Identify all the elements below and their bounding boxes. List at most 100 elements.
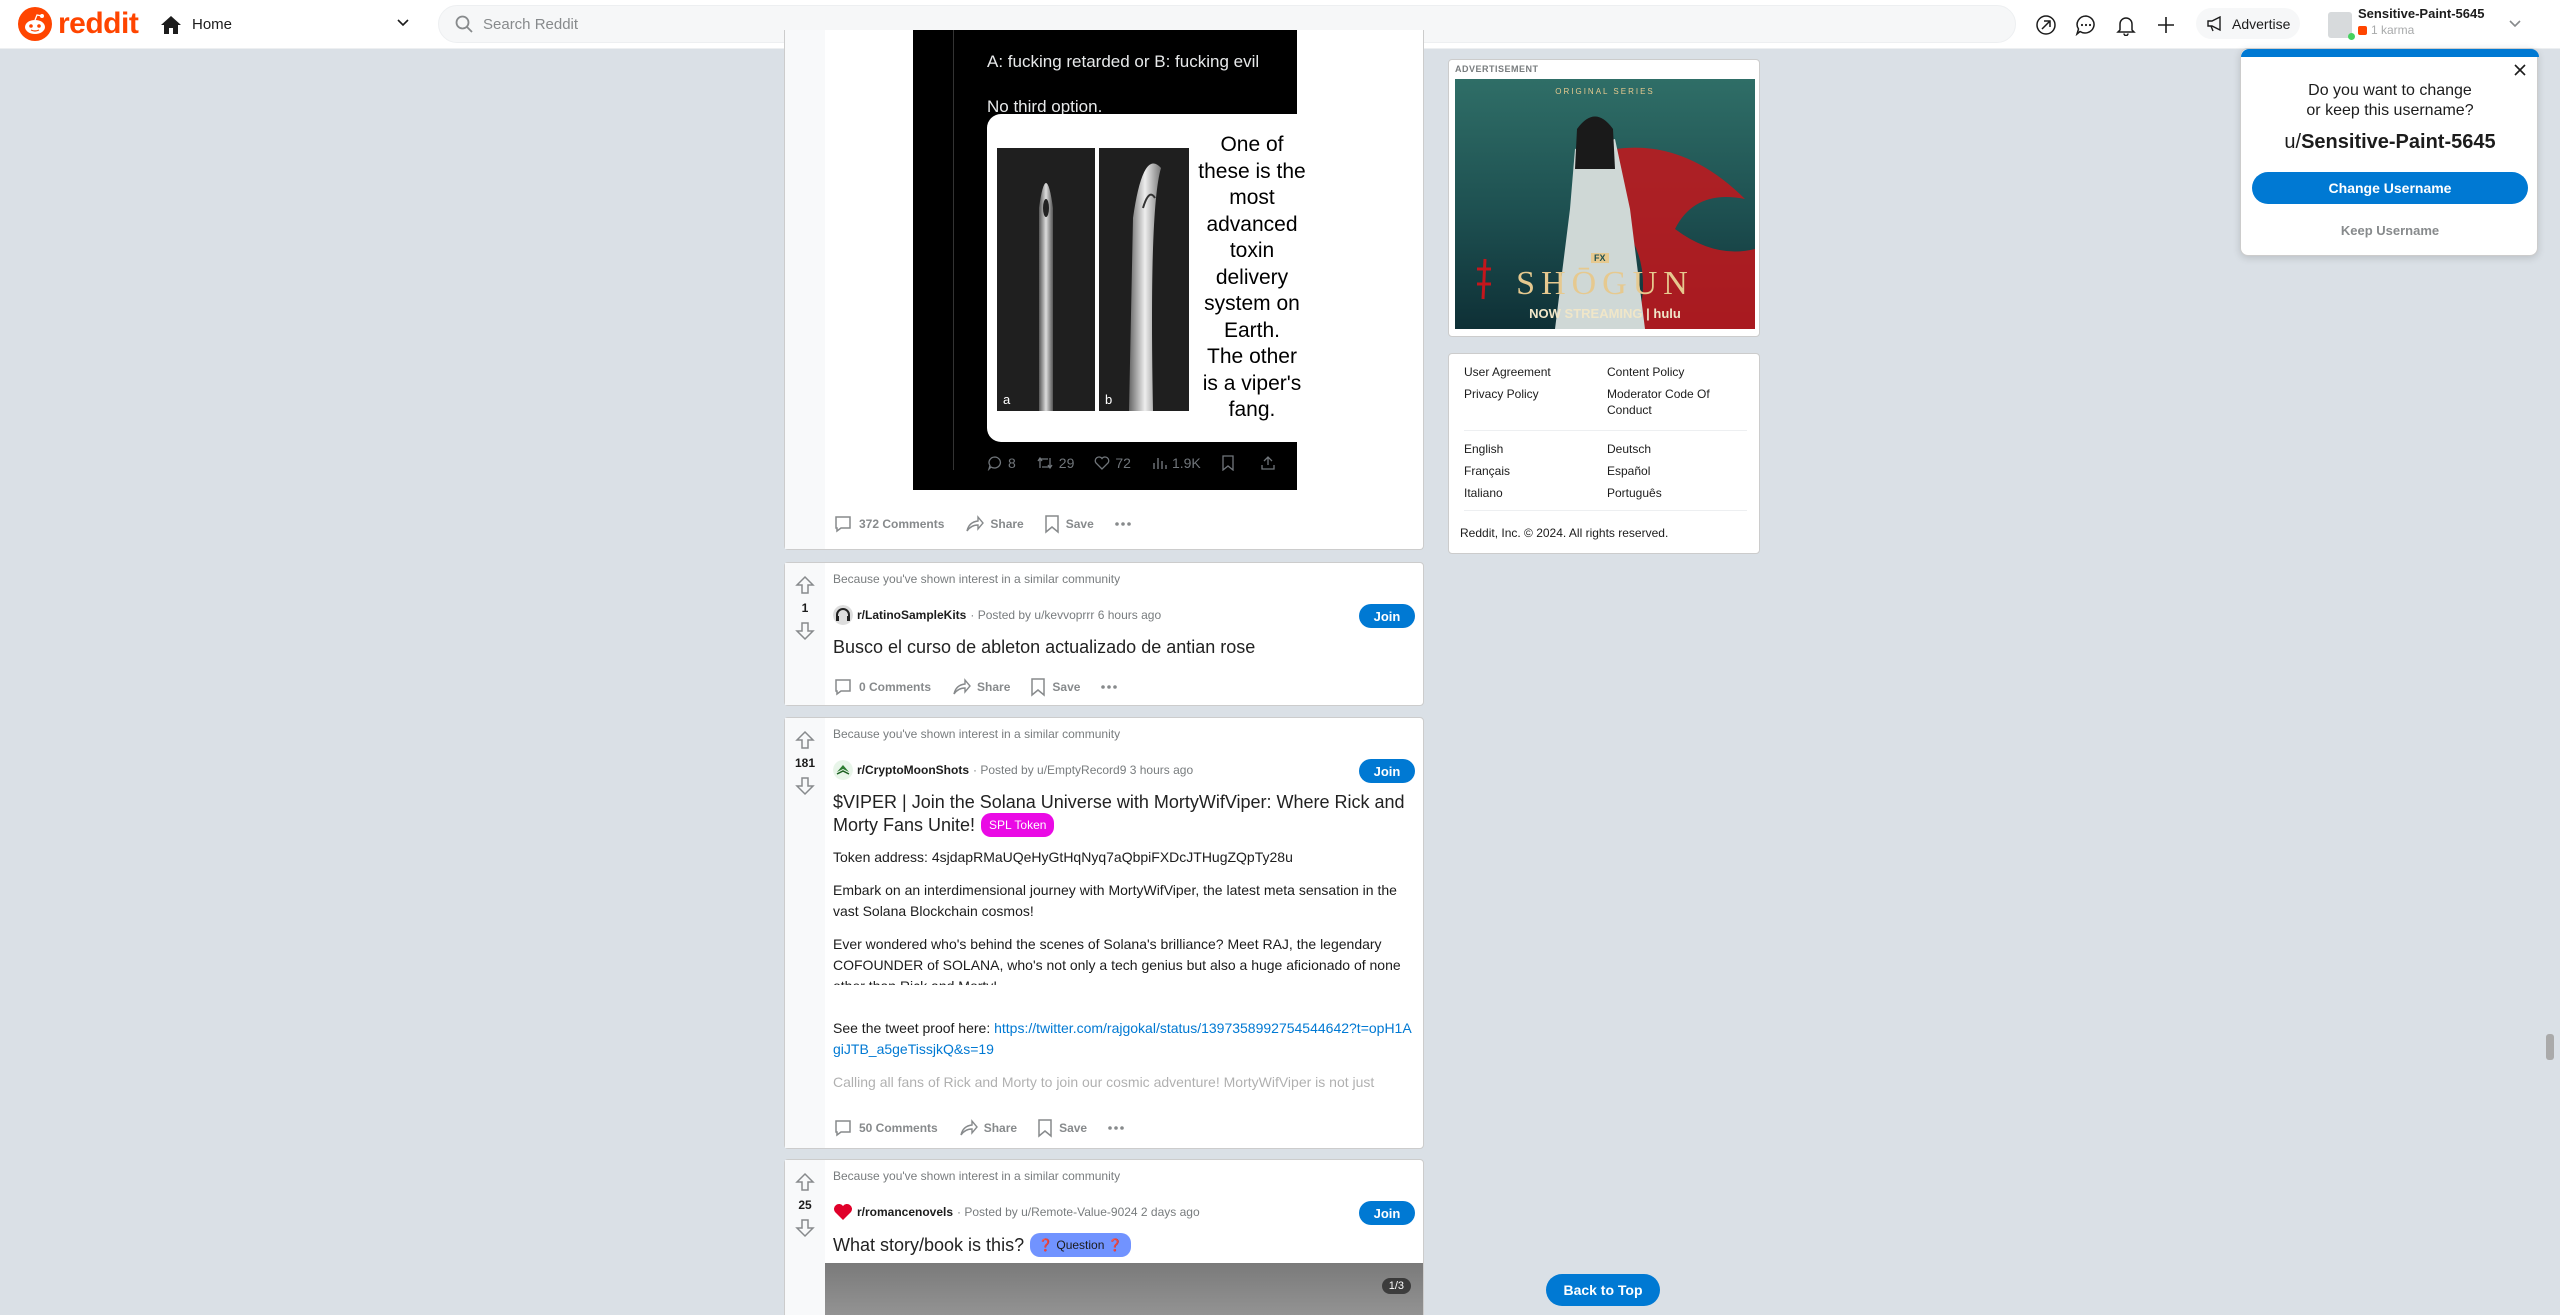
- share-button[interactable]: Share: [958, 1118, 1017, 1138]
- subreddit-link[interactable]: r/LatinoSampleKits: [857, 608, 966, 622]
- post-flair[interactable]: SPL Token: [981, 813, 1055, 837]
- downvote-icon[interactable]: [795, 621, 815, 641]
- chevron-down-icon: [397, 19, 409, 27]
- upvote-icon[interactable]: [795, 1172, 815, 1192]
- language-francais[interactable]: Français: [1464, 463, 1510, 479]
- post-card[interactable]: 25 Because you've shown interest in a si…: [784, 1159, 1424, 1315]
- chat-button[interactable]: [2072, 11, 2100, 39]
- privacy-policy-link[interactable]: Privacy Policy: [1464, 386, 1539, 402]
- keep-username-button[interactable]: Keep Username: [2252, 214, 2528, 246]
- more-options-button[interactable]: [1100, 684, 1124, 690]
- views-bar-icon: [1153, 458, 1167, 469]
- body-paragraph-link: See the tweet proof here: https://twitte…: [833, 1018, 1417, 1060]
- language-portugues[interactable]: Português: [1607, 485, 1662, 501]
- user-menu[interactable]: Sensitive-Paint-5645 1 karma: [2320, 4, 2521, 44]
- change-username-button[interactable]: Change Username: [2252, 172, 2528, 204]
- post-actions: 50 Comments Share Save: [833, 1118, 1151, 1138]
- save-button[interactable]: Save: [1044, 514, 1094, 534]
- post-title: $VIPER | Join the Solana Universe with M…: [833, 792, 1405, 835]
- post-actions: 372 Comments Share Save: [833, 514, 1158, 534]
- share-button[interactable]: Share: [964, 514, 1024, 534]
- close-icon[interactable]: [2513, 63, 2527, 77]
- post-title-block[interactable]: $VIPER | Join the Solana Universe with M…: [833, 791, 1417, 837]
- more-options-button[interactable]: [1114, 521, 1138, 527]
- subreddit-link[interactable]: r/CryptoMoonShots: [857, 763, 969, 777]
- post-meta: r/romancenovels · Posted by u/Remote-Val…: [833, 1202, 1200, 1222]
- comments-button[interactable]: 50 Comments: [833, 1118, 938, 1138]
- reddit-logo[interactable]: reddit: [18, 7, 139, 41]
- chevron-down-icon: [2509, 20, 2521, 28]
- bookmark-icon: [1038, 1119, 1052, 1138]
- image-label-b: b: [1105, 392, 1113, 407]
- tweet-text-line: A: fucking retarded or B: fucking evil: [987, 52, 1260, 71]
- save-button[interactable]: Save: [1030, 677, 1080, 697]
- subreddit-link[interactable]: r/romancenovels: [857, 1205, 953, 1219]
- language-english[interactable]: English: [1464, 441, 1503, 457]
- online-indicator: [2348, 33, 2355, 40]
- gallery-image[interactable]: 1/3: [825, 1263, 1423, 1315]
- retweet-icon: [1037, 456, 1053, 470]
- advertisement-card[interactable]: ADVERTISEMENT ORIGINAL SERIES FX SHŌGUN …: [1448, 59, 1760, 337]
- subreddit-heart-icon[interactable]: [833, 1202, 853, 1222]
- post-meta: r/LatinoSampleKits · Posted by u/kevvopr…: [833, 605, 1161, 625]
- needle-drawing: [1039, 183, 1053, 411]
- tweet-likes-count: 72: [1115, 455, 1131, 471]
- content-policy-link[interactable]: Content Policy: [1607, 364, 1684, 380]
- save-label: Save: [1052, 680, 1081, 694]
- upvote-icon[interactable]: [795, 575, 815, 595]
- post-card[interactable]: A: fucking retarded or B: fucking evil N…: [784, 30, 1424, 550]
- post-title[interactable]: Busco el curso de ableton actualizado de…: [833, 636, 1255, 658]
- back-to-top-button[interactable]: Back to Top: [1546, 1274, 1660, 1306]
- join-button[interactable]: Join: [1359, 759, 1415, 783]
- header-username: Sensitive-Paint-5645: [2358, 6, 2485, 21]
- comments-button[interactable]: 0 Comments: [833, 677, 931, 697]
- more-dots-icon: [1101, 685, 1118, 689]
- reddit-snoo-icon: [18, 7, 52, 41]
- tweet-replies: 8: [987, 455, 1016, 471]
- moderator-code-link[interactable]: Moderator Code Of Conduct: [1607, 386, 1737, 418]
- advertise-button[interactable]: Advertise: [2196, 8, 2300, 39]
- language-deutsch[interactable]: Deutsch: [1607, 441, 1651, 457]
- user-agreement-link[interactable]: User Agreement: [1464, 364, 1551, 380]
- bookmark-icon: [1222, 455, 1234, 471]
- home-label: Home: [192, 16, 233, 33]
- comments-button[interactable]: 372 Comments: [833, 514, 944, 534]
- share-button[interactable]: Share: [951, 677, 1010, 697]
- downvote-icon[interactable]: [795, 1218, 815, 1238]
- comments-count: 0 Comments: [859, 680, 932, 694]
- join-button[interactable]: Join: [1359, 604, 1415, 628]
- megaphone-icon: [2207, 15, 2221, 31]
- post-card[interactable]: 1 Because you've shown interest in a sim…: [784, 562, 1424, 706]
- shogun-ad-image[interactable]: ORIGINAL SERIES FX SHŌGUN NOW STREAMING …: [1455, 79, 1755, 329]
- popular-button[interactable]: [2032, 11, 2060, 39]
- scrollbar-thumb[interactable]: [2546, 1034, 2554, 1060]
- vote-count: 1: [801, 601, 809, 615]
- more-options-button[interactable]: [1107, 1125, 1131, 1131]
- post-card[interactable]: 181 Because you've shown interest in a s…: [784, 717, 1424, 1149]
- share-arrow-icon: [966, 515, 985, 532]
- post-image-tweet[interactable]: A: fucking retarded or B: fucking evil N…: [913, 30, 1313, 490]
- language-espanol[interactable]: Español: [1607, 463, 1650, 479]
- tweet-views: 1.9K: [1151, 455, 1201, 471]
- ad-streaming: NOW STREAMING | hulu: [1529, 306, 1681, 321]
- comment-icon: [835, 1120, 851, 1137]
- subreddit-moon-icon[interactable]: [833, 760, 853, 780]
- footer-links-card: User Agreement Content Policy Privacy Po…: [1448, 353, 1760, 554]
- create-post-button[interactable]: [2152, 11, 2180, 39]
- save-button[interactable]: Save: [1037, 1118, 1087, 1138]
- downvote-icon[interactable]: [795, 776, 815, 796]
- language-italiano[interactable]: Italiano: [1464, 485, 1503, 501]
- post-flair[interactable]: ❓ Question ❓: [1030, 1233, 1131, 1257]
- notifications-button[interactable]: [2112, 11, 2140, 39]
- home-feed-dropdown[interactable]: Home: [160, 9, 410, 40]
- heart-icon: [1095, 456, 1110, 470]
- post-title-block[interactable]: What story/book is this? ❓ Question ❓: [833, 1233, 1131, 1257]
- vote-column: 181: [785, 718, 825, 1148]
- upvote-icon[interactable]: [795, 730, 815, 750]
- fang-drawing: [1129, 163, 1161, 411]
- recommendation-reason: Because you've shown interest in a simil…: [833, 727, 1121, 741]
- subreddit-headphones-icon[interactable]: [833, 605, 853, 625]
- join-button[interactable]: Join: [1359, 1201, 1415, 1225]
- copyright: Reddit, Inc. © 2024. All rights reserved…: [1460, 526, 1669, 540]
- caption-line: fang.: [1228, 398, 1276, 421]
